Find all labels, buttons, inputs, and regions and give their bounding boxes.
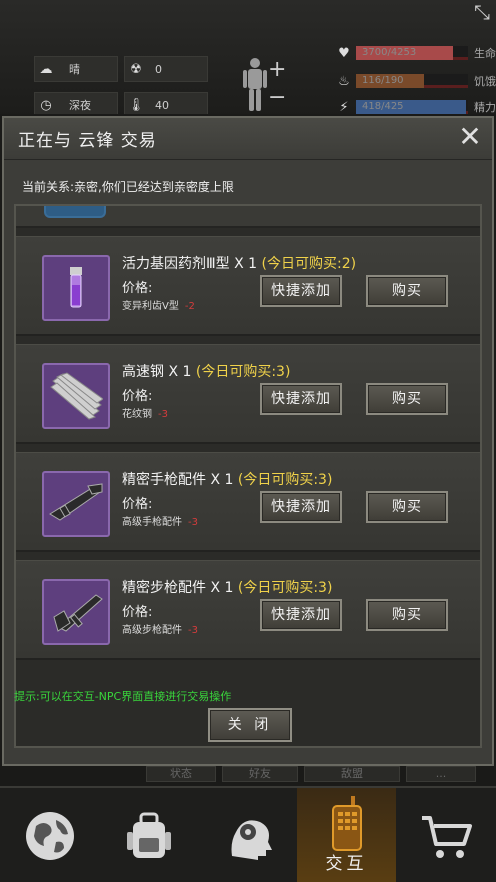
nav-skills[interactable] bbox=[198, 788, 297, 882]
temperature-box: 🌡 40 bbox=[124, 92, 208, 118]
price-item: 花纹钢 -3 bbox=[122, 409, 168, 420]
nav-interact[interactable]: 交互 bbox=[297, 788, 396, 882]
trade-dialog: 正在与 云锋 交易 ✕ 当前关系:亲密,你们已经达到亲密度上限 活力基因药剂Ⅲ型… bbox=[2, 116, 494, 766]
radiation-icon: ☢ bbox=[130, 61, 142, 77]
price-qty: -3 bbox=[188, 517, 198, 528]
health-value: 3700/4253 bbox=[362, 47, 417, 58]
status-bar: ☁ 晴 ☢ 0 ◷ 深夜 🌡 40 + − ⤡ ♥ 3700/4253 生命 ♨ … bbox=[0, 0, 496, 118]
price-qty: -3 bbox=[188, 625, 198, 636]
item-name: 精密步枪配件 X 1 (今日可购买:3) bbox=[122, 580, 333, 596]
price-qty: -3 bbox=[158, 409, 168, 420]
price-item: 高级步枪配件 -3 bbox=[122, 625, 198, 636]
trade-item: 精密手枪配件 X 1 (今日可购买:3) 价格: 高级手枪配件 -3 快捷添加 购… bbox=[16, 452, 480, 552]
radiation-box: ☢ 0 bbox=[124, 56, 208, 82]
health-label: 生命 bbox=[474, 47, 496, 60]
temperature-value: 40 bbox=[155, 98, 169, 112]
price-label: 价格: bbox=[122, 497, 153, 512]
nav-map[interactable] bbox=[0, 788, 99, 882]
plus-minus-icon: + − bbox=[268, 57, 287, 110]
radiation-value: 0 bbox=[155, 62, 162, 76]
rifle-part-icon bbox=[42, 579, 110, 645]
item-name: 精密手枪配件 X 1 (今日可购买:3) bbox=[122, 472, 333, 488]
vial-icon bbox=[42, 255, 110, 321]
energy-value: 418/425 bbox=[362, 101, 404, 112]
buy-button[interactable]: 购买 bbox=[366, 491, 448, 523]
heart-icon: ♥ bbox=[338, 45, 350, 61]
purchase-limit: (今日可购买:3) bbox=[237, 580, 333, 596]
nav-shop[interactable] bbox=[396, 788, 495, 882]
purchase-limit: (今日可购买:3) bbox=[237, 472, 333, 488]
time-value: 深夜 bbox=[69, 99, 91, 112]
close-button[interactable]: 关 闭 bbox=[208, 708, 292, 742]
bottom-nav: 交互 bbox=[0, 786, 496, 882]
brain-head-icon bbox=[231, 820, 272, 860]
quick-add-button[interactable]: 快捷添加 bbox=[260, 383, 342, 415]
energy-icon: ⚡ bbox=[339, 99, 349, 115]
buy-button[interactable]: 购买 bbox=[366, 599, 448, 631]
price-item: 变异利齿Ⅴ型 -2 bbox=[122, 301, 195, 312]
hunger-value: 116/190 bbox=[362, 75, 404, 86]
health-bar: ♥ 3700/4253 生命 bbox=[332, 42, 496, 64]
sub-tab[interactable]: 状态 bbox=[146, 766, 216, 782]
hint-text: 提示:可以在交互-NPC界面直接进行交易操作 bbox=[14, 690, 232, 703]
list-item-partial bbox=[16, 206, 480, 228]
sub-tabs: 状态 好友 敌盟 ... bbox=[0, 766, 496, 786]
clock-icon: ◷ bbox=[40, 97, 52, 113]
energy-bar: ⚡ 418/425 精力 bbox=[332, 96, 496, 118]
weather-value: 晴 bbox=[69, 63, 80, 76]
price-label: 价格: bbox=[122, 281, 153, 296]
item-name: 高速钢 X 1 (今日可购买:3) bbox=[122, 364, 291, 380]
hunger-label: 饥饿 bbox=[474, 75, 496, 88]
expand-icon[interactable]: ⤡ bbox=[474, 0, 490, 24]
quick-add-button[interactable]: 快捷添加 bbox=[260, 275, 342, 307]
trade-item: 高速钢 X 1 (今日可购买:3) 价格: 花纹钢 -3 快捷添加 购买 bbox=[16, 344, 480, 444]
weather-box: ☁ 晴 bbox=[34, 56, 118, 82]
energy-label: 精力 bbox=[474, 101, 496, 114]
price-label: 价格: bbox=[122, 389, 153, 404]
trade-item: 活力基因药剂Ⅲ型 X 1 (今日可购买:2) 价格: 变异利齿Ⅴ型 -2 快捷添加… bbox=[16, 236, 480, 336]
purchase-limit: (今日可购买:3) bbox=[195, 364, 291, 380]
pistol-part-icon bbox=[42, 471, 110, 537]
buy-button[interactable]: 购买 bbox=[366, 383, 448, 415]
stomach-icon: ♨ bbox=[338, 73, 350, 89]
relation-text: 当前关系:亲密,你们已经达到亲密度上限 bbox=[22, 180, 234, 194]
close-icon[interactable]: ✕ bbox=[456, 123, 484, 152]
walkie-talkie-icon bbox=[332, 796, 362, 851]
weather-icon: ☁ bbox=[39, 61, 53, 77]
trade-list[interactable]: 活力基因药剂Ⅲ型 X 1 (今日可购买:2) 价格: 变异利齿Ⅴ型 -2 快捷添加… bbox=[14, 204, 482, 748]
nav-interact-label: 交互 bbox=[325, 854, 368, 874]
steel-bars-icon bbox=[42, 363, 110, 429]
sub-tab[interactable]: 好友 bbox=[222, 766, 298, 782]
price-qty: -2 bbox=[184, 301, 195, 312]
sub-tab[interactable]: 敌盟 bbox=[304, 766, 400, 782]
dialog-title: 正在与 云锋 交易 bbox=[18, 131, 157, 151]
quick-add-button[interactable]: 快捷添加 bbox=[260, 491, 342, 523]
purchase-limit: (今日可购买:2) bbox=[261, 256, 357, 272]
globe-icon bbox=[25, 812, 74, 860]
buy-button[interactable]: 购买 bbox=[366, 275, 448, 307]
time-box: ◷ 深夜 bbox=[34, 92, 118, 118]
hunger-bar: ♨ 116/190 饥饿 bbox=[332, 70, 496, 92]
thermometer-icon: 🌡 bbox=[127, 97, 145, 113]
dialog-header: 正在与 云锋 交易 bbox=[4, 118, 492, 160]
price-label: 价格: bbox=[122, 605, 153, 620]
trade-item: 精密步枪配件 X 1 (今日可购买:3) 价格: 高级步枪配件 -3 快捷添加 购… bbox=[16, 560, 480, 660]
body-figure-icon[interactable] bbox=[240, 56, 270, 112]
nav-inventory[interactable] bbox=[99, 788, 198, 882]
price-item: 高级手枪配件 -3 bbox=[122, 517, 198, 528]
cart-icon bbox=[421, 816, 472, 858]
item-name: 活力基因药剂Ⅲ型 X 1 (今日可购买:2) bbox=[122, 256, 357, 272]
quick-add-button[interactable]: 快捷添加 bbox=[260, 599, 342, 631]
backpack-icon bbox=[126, 812, 171, 858]
sub-tab[interactable]: ... bbox=[406, 766, 476, 782]
